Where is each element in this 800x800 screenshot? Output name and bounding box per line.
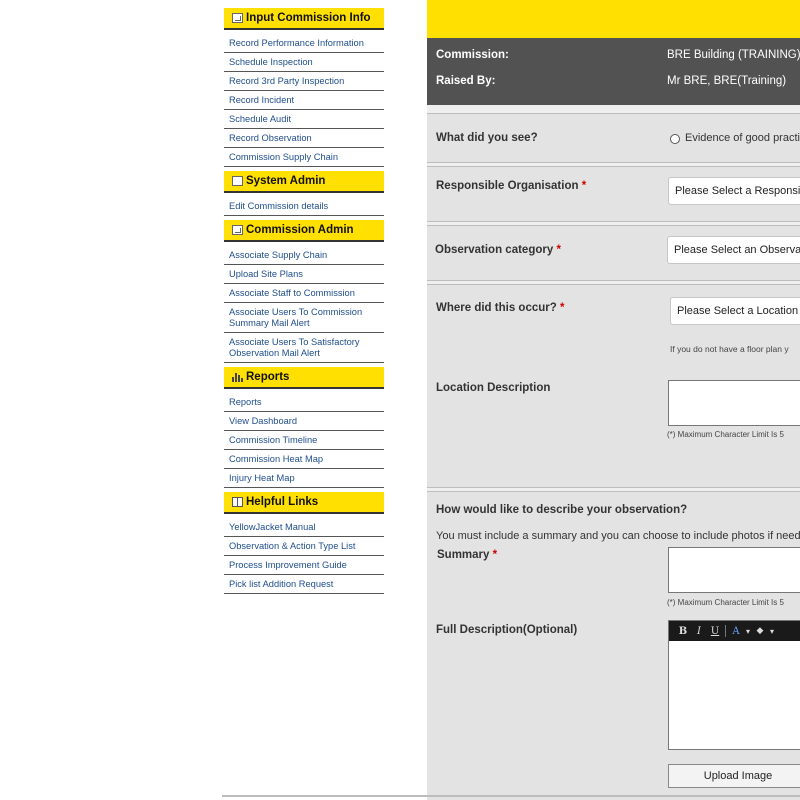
nav-item-associate-users-satisfactory-mail-alert[interactable]: Associate Users To Satisfactory Observat…: [224, 333, 384, 363]
responsible-organisation-label: Responsible Organisation *: [436, 180, 587, 192]
chevron-down-icon[interactable]: ▾: [768, 627, 776, 636]
raised-by-value: Mr BRE, BRE(Training): [667, 75, 787, 87]
panel-observation-category: Observation category * Please Select an …: [427, 225, 800, 281]
nav-item-process-improvement-guide[interactable]: Process Improvement Guide: [224, 556, 384, 575]
editor-toolbar: B I U A ▾ ◆ ▾: [669, 621, 800, 641]
nav-item-commission-timeline[interactable]: Commission Timeline: [224, 431, 384, 450]
italic-button[interactable]: I: [691, 626, 707, 637]
nav-list-commission-admin: Associate Supply Chain Upload Site Plans…: [224, 242, 384, 367]
nav-list-system-admin: Edit Commission details: [224, 193, 384, 220]
nav-item-upload-site-plans[interactable]: Upload Site Plans: [224, 265, 384, 284]
highlight-color-icon[interactable]: ◆: [752, 626, 768, 636]
summary-char-limit-hint: (*) Maximum Character Limit Is 5: [667, 598, 784, 607]
good-practice-radio[interactable]: [670, 134, 680, 144]
commission-info-bar: Commission: BRE Building (TRAINING) Rais…: [427, 38, 800, 105]
section-header-reports[interactable]: Reports: [224, 367, 384, 389]
nav-item-pick-list-addition-request[interactable]: Pick list Addition Request: [224, 575, 384, 594]
sidebar: Input Commission Info Record Performance…: [224, 0, 384, 598]
nav-item-schedule-audit[interactable]: Schedule Audit: [224, 110, 384, 129]
raised-by-label: Raised By:: [436, 75, 496, 87]
observation-category-select[interactable]: Please Select an Observa: [667, 236, 800, 264]
grid-icon: [232, 13, 243, 23]
book-icon: [232, 497, 243, 507]
full-description-editor[interactable]: B I U A ▾ ◆ ▾: [668, 620, 800, 750]
location-description-textarea[interactable]: [668, 380, 800, 426]
footer-divider: [222, 795, 800, 797]
nav-item-observation-action-type-list[interactable]: Observation & Action Type List: [224, 537, 384, 556]
responsible-organisation-select[interactable]: Please Select a Responsi: [668, 177, 800, 205]
panel-location: Where did this occur? * Please Select a …: [427, 284, 800, 488]
nav-item-commission-supply-chain[interactable]: Commission Supply Chain: [224, 148, 384, 167]
nav-item-schedule-inspection[interactable]: Schedule Inspection: [224, 53, 384, 72]
nav-item-yellowjacket-manual[interactable]: YellowJacket Manual: [224, 518, 384, 537]
underline-button[interactable]: U: [707, 626, 723, 637]
describe-observation-heading: How would like to describe your observat…: [436, 504, 688, 516]
nav-item-associate-users-summary-mail-alert[interactable]: Associate Users To Commission Summary Ma…: [224, 303, 384, 333]
observation-category-label: Observation category *: [435, 244, 561, 256]
good-practice-option-label[interactable]: Evidence of good practi: [685, 132, 800, 144]
section-title: Commission Admin: [246, 224, 354, 236]
section-header-system-admin[interactable]: System Admin: [224, 171, 384, 193]
section-title: Reports: [246, 371, 290, 383]
nav-item-view-dashboard[interactable]: View Dashboard: [224, 412, 384, 431]
section-header-input-commission-info[interactable]: Input Commission Info: [224, 8, 384, 30]
nav-item-edit-commission-details[interactable]: Edit Commission details: [224, 197, 384, 216]
location-select[interactable]: Please Select a Location: [670, 297, 800, 325]
font-color-button[interactable]: A: [728, 626, 744, 637]
chevron-down-icon[interactable]: ▾: [744, 627, 752, 636]
section-header-commission-admin[interactable]: Commission Admin: [224, 220, 384, 242]
location-char-limit-hint: (*) Maximum Character Limit Is 5: [667, 430, 784, 439]
main-content: Commission: BRE Building (TRAINING) Rais…: [427, 0, 800, 800]
nav-item-record-incident[interactable]: Record Incident: [224, 91, 384, 110]
section-header-helpful-links[interactable]: Helpful Links: [224, 492, 384, 514]
section-title: Helpful Links: [246, 496, 319, 508]
nav-list-reports: Reports View Dashboard Commission Timeli…: [224, 389, 384, 492]
summary-label: Summary *: [437, 549, 498, 561]
panel-responsible-organisation: Responsible Organisation * Please Select…: [427, 166, 800, 222]
location-description-label: Location Description: [436, 382, 551, 394]
nav-list-helpful-links: YellowJacket Manual Observation & Action…: [224, 514, 384, 598]
bold-button[interactable]: B: [675, 626, 691, 637]
nav-item-associate-staff-to-commission[interactable]: Associate Staff to Commission: [224, 284, 384, 303]
where-did-this-occur-label: Where did this occur? *: [436, 302, 565, 314]
nav-item-reports[interactable]: Reports: [224, 393, 384, 412]
commission-value: BRE Building (TRAINING): [667, 49, 800, 61]
top-banner: [427, 0, 800, 38]
describe-observation-subtext: You must include a summary and you can c…: [436, 530, 800, 542]
toolbar-separator: [725, 625, 726, 637]
checkbox-icon: [232, 176, 243, 186]
nav-item-associate-supply-chain[interactable]: Associate Supply Chain: [224, 246, 384, 265]
summary-textarea[interactable]: [668, 547, 800, 593]
upload-image-button[interactable]: Upload Image: [668, 764, 800, 788]
section-title: System Admin: [246, 175, 326, 187]
nav-item-record-performance-information[interactable]: Record Performance Information: [224, 34, 384, 53]
bar-chart-icon: [232, 372, 243, 382]
grid-icon: [232, 225, 243, 235]
floor-plan-hint: If you do not have a floor plan y: [670, 344, 789, 354]
nav-item-record-3rd-party-inspection[interactable]: Record 3rd Party Inspection: [224, 72, 384, 91]
nav-list-input-commission-info: Record Performance Information Schedule …: [224, 30, 384, 171]
section-title: Input Commission Info: [246, 12, 371, 24]
full-description-label: Full Description(Optional): [436, 624, 578, 636]
nav-item-commission-heat-map[interactable]: Commission Heat Map: [224, 450, 384, 469]
what-did-you-see-label: What did you see?: [436, 132, 538, 144]
nav-item-injury-heat-map[interactable]: Injury Heat Map: [224, 469, 384, 488]
panel-what-did-you-see: What did you see? Evidence of good pract…: [427, 113, 800, 163]
nav-item-record-observation[interactable]: Record Observation: [224, 129, 384, 148]
commission-label: Commission:: [436, 49, 509, 61]
